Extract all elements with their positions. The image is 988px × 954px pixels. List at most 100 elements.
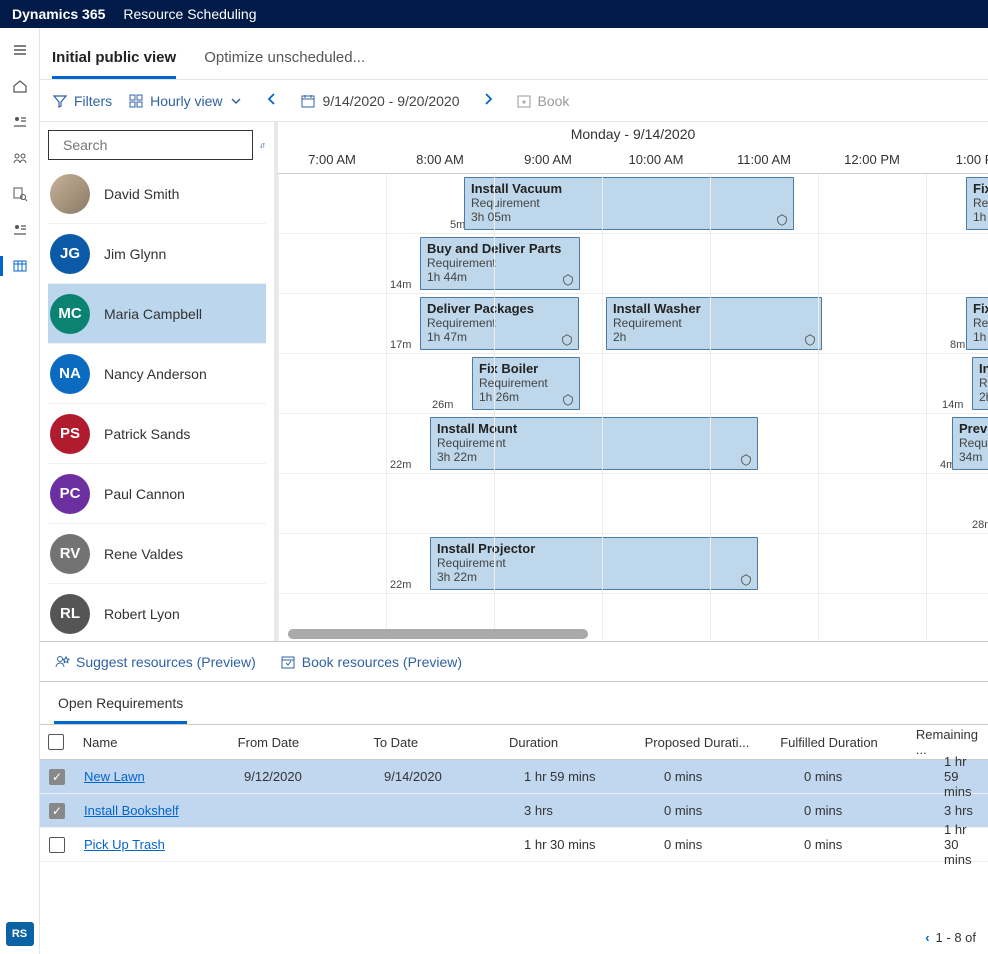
filters-button[interactable]: Filters [52, 93, 112, 109]
cell-duration: 1 hr 59 mins [514, 769, 654, 784]
row-checkbox[interactable] [40, 837, 74, 853]
col-fulfilled[interactable]: Fulfilled Duration [770, 735, 906, 750]
resource-name: Robert Lyon [104, 606, 180, 622]
travel-time-label: 14m [390, 279, 411, 291]
hamburger-icon[interactable] [4, 34, 36, 66]
resource-row[interactable]: David Smith [48, 164, 266, 224]
cell-name: New Lawn [74, 769, 234, 784]
col-to[interactable]: To Date [363, 735, 499, 750]
resource-name: Paul Cannon [104, 486, 185, 502]
row-checkbox[interactable] [40, 803, 74, 819]
nav-user-badge[interactable]: RS [6, 922, 34, 946]
booking-duration: 1h 26m [479, 390, 573, 404]
booking-subtitle: Requirement [437, 556, 751, 570]
requirement-link[interactable]: Pick Up Trash [84, 837, 165, 852]
resource-name: Patrick Sands [104, 426, 190, 442]
row-checkbox[interactable] [40, 769, 74, 785]
booking-block[interactable]: Buy and Deliver PartsRequirement1h 44m [420, 237, 580, 290]
booking-block[interactable]: Install WasherRequirement2h [606, 297, 822, 350]
requirement-link[interactable]: Install Bookshelf [84, 803, 179, 818]
view-mode-label: Hourly view [150, 93, 222, 109]
book-resources-button[interactable]: Book resources (Preview) [280, 654, 462, 670]
search-input[interactable] [63, 137, 244, 153]
view-tabs: Initial public view Optimize unscheduled… [40, 28, 988, 80]
resource-name: Jim Glynn [104, 246, 166, 262]
table-header: Name From Date To Date Duration Proposed… [40, 724, 988, 760]
booking-block[interactable]: Fix BoilerRequirement1h 26m [472, 357, 580, 410]
people-icon[interactable] [4, 142, 36, 174]
timeline-row[interactable]: 17mDeliver PackagesRequirement1h 47mInst… [278, 294, 988, 354]
booking-title: Install Mount [437, 421, 751, 436]
col-duration[interactable]: Duration [499, 735, 635, 750]
suggest-label: Suggest resources (Preview) [76, 654, 256, 670]
view-mode-dropdown[interactable]: Hourly view [128, 93, 244, 109]
tab-optimize-unscheduled[interactable]: Optimize unscheduled... [204, 49, 365, 79]
resource-panel: David SmithJGJim GlynnMCMaria CampbellNA… [40, 122, 278, 641]
schedule-board-icon[interactable] [4, 250, 36, 282]
home-icon[interactable] [4, 70, 36, 102]
date-range-picker[interactable]: 9/14/2020 - 9/20/2020 [300, 93, 459, 109]
requirement-link[interactable]: New Lawn [84, 769, 145, 784]
date-next-button[interactable] [476, 87, 500, 114]
booking-subtitle: Requirement [479, 376, 573, 390]
tab-open-requirements[interactable]: Open Requirements [54, 685, 187, 724]
col-from[interactable]: From Date [228, 735, 364, 750]
cell-name: Pick Up Trash [74, 837, 234, 852]
resource-row[interactable]: JGJim Glynn [48, 224, 266, 284]
table-row[interactable]: Pick Up Trash1 hr 30 mins0 mins0 mins1 h… [40, 828, 988, 862]
resource-row[interactable]: MCMaria Campbell [48, 284, 266, 344]
timeline-row[interactable]: 26mFix BoilerRequirement1h 26m14mInstall… [278, 354, 988, 414]
booking-duration: 1h 03m [973, 210, 988, 224]
nav-rail: RS [0, 28, 40, 954]
cell-to: 9/14/2020 [374, 769, 514, 784]
resource-row[interactable]: PSPatrick Sands [48, 404, 266, 464]
search-input-wrapper[interactable] [48, 130, 253, 160]
date-prev-button[interactable] [260, 87, 284, 114]
cell-duration: 3 hrs [514, 803, 654, 818]
resource-row[interactable]: RVRene Valdes [48, 524, 266, 584]
scrollbar-thumb[interactable] [288, 629, 588, 639]
booking-title: Fix Washer [973, 181, 988, 196]
page-prev-button[interactable]: ‹ [925, 930, 929, 945]
resource-name: Rene Valdes [104, 546, 183, 562]
timeline-row[interactable]: 28m [278, 474, 988, 534]
booking-block[interactable]: Prevent...Requirement34m [952, 417, 988, 470]
horizontal-scrollbar[interactable] [288, 629, 568, 639]
booking-block[interactable]: Install ProjectorRequirement3h 22m [430, 537, 758, 590]
col-name[interactable]: Name [73, 735, 228, 750]
cell-remaining: 1 hr 59 mins [934, 754, 988, 799]
booking-title: Install Projector [437, 541, 751, 556]
booking-block[interactable]: Fix WasherRequirement1h 03m [966, 177, 988, 230]
booking-block[interactable]: Deliver PackagesRequirement1h 47m [420, 297, 579, 350]
resource-row[interactable]: RLRobert Lyon [48, 584, 266, 641]
resource-search-icon[interactable] [4, 178, 36, 210]
travel-time-label: 22m [390, 459, 411, 471]
timeline-row[interactable]: 22mInstall ProjectorRequirement3h 22m [278, 534, 988, 594]
table-row[interactable]: New Lawn9/12/20209/14/20201 hr 59 mins0 … [40, 760, 988, 794]
resource-row[interactable]: PCPaul Cannon [48, 464, 266, 524]
suggest-resources-button[interactable]: Suggest resources (Preview) [54, 654, 256, 670]
resource-row[interactable]: NANancy Anderson [48, 344, 266, 404]
col-proposed[interactable]: Proposed Durati... [635, 735, 771, 750]
sort-button[interactable] [259, 133, 266, 157]
tab-initial-view[interactable]: Initial public view [52, 49, 176, 79]
people-list-icon[interactable] [4, 106, 36, 138]
table-row[interactable]: Install Bookshelf3 hrs0 mins0 mins3 hrs [40, 794, 988, 828]
booking-block[interactable]: Install MountRequirement3h 22m [430, 417, 758, 470]
booking-block[interactable]: Install SinkRequirement2h 14m [972, 357, 988, 410]
timeline-row[interactable]: 22mInstall MountRequirement3h 22m4mPreve… [278, 414, 988, 474]
booking-duration: 1h 44m [427, 270, 573, 284]
timeline-row[interactable]: 5mInstall VacuumRequirement3h 05mFix Was… [278, 174, 988, 234]
col-remaining[interactable]: Remaining ... [906, 727, 988, 757]
lock-icon [739, 573, 753, 587]
booking-block[interactable]: Fix EngineRequirement1h 08m [966, 297, 988, 350]
timeline-row[interactable]: 14m Buy and Deliver PartsRequirement1h 44… [278, 234, 988, 294]
travel-time-label: 8m [950, 339, 965, 351]
chevron-down-icon [228, 93, 244, 109]
booking-title: Fix Boiler [479, 361, 573, 376]
calendar-plus-icon [516, 93, 532, 109]
select-all-checkbox[interactable] [40, 734, 73, 750]
booking-subtitle: Requirement [471, 196, 787, 210]
booking-block[interactable]: Install VacuumRequirement3h 05m [464, 177, 794, 230]
people-list2-icon[interactable] [4, 214, 36, 246]
